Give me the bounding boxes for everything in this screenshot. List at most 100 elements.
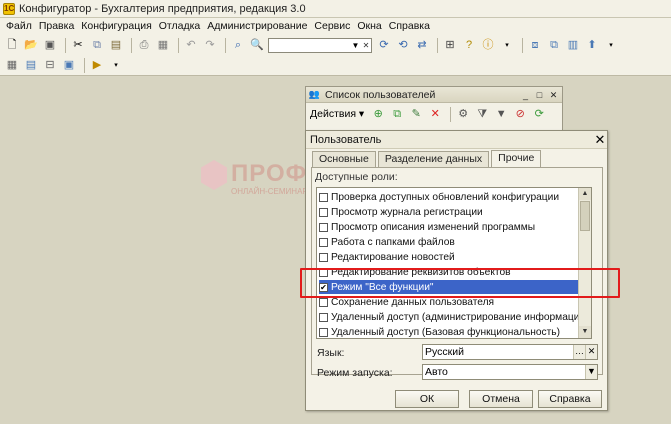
print-icon[interactable]: ⎙: [136, 37, 152, 53]
role-checkbox-checked[interactable]: ✔: [319, 282, 328, 292]
save-icon[interactable]: ▣: [42, 37, 58, 53]
menu-edit[interactable]: Правка: [39, 20, 74, 32]
scroll-down-icon[interactable]: ▼: [579, 326, 591, 338]
find-prev-icon[interactable]: ⟲: [395, 37, 411, 53]
chevron-down-icon[interactable]: ▾: [603, 37, 619, 53]
list-item[interactable]: Сохранение данных пользователя: [319, 295, 580, 309]
role-checkbox[interactable]: [319, 252, 328, 262]
filter-icon[interactable]: ⧩: [474, 106, 490, 122]
syntax-assistant-icon[interactable]: ⊞: [442, 37, 458, 53]
list-item[interactable]: Просмотр описания изменений программы: [319, 220, 580, 234]
update-icon[interactable]: ⬆: [584, 37, 600, 53]
help-icon[interactable]: ?: [461, 37, 477, 53]
help-button[interactable]: Справка: [538, 390, 602, 408]
list-item[interactable]: Редактирование новостей: [319, 250, 580, 264]
role-label: Работа с папками файлов: [331, 236, 455, 248]
undo-icon[interactable]: ↶: [183, 37, 199, 53]
new-document-icon[interactable]: 🗋: [4, 37, 20, 53]
launch-mode-select[interactable]: Авто ▼: [422, 364, 598, 380]
toolbar-separator: [178, 37, 179, 53]
clear-filter-icon[interactable]: ⊘: [512, 106, 528, 122]
ellipsis-icon[interactable]: …: [573, 345, 585, 359]
storage-icon[interactable]: ▥: [565, 37, 581, 53]
roles-scrollbar[interactable]: ▲ ▼: [578, 188, 591, 338]
copy-icon[interactable]: ⧉: [389, 106, 405, 122]
role-checkbox[interactable]: [319, 222, 328, 232]
close-icon[interactable]: ✕: [593, 132, 607, 147]
tab-other[interactable]: Прочие: [491, 150, 542, 167]
role-checkbox[interactable]: [319, 237, 328, 247]
cut-icon[interactable]: ✂: [70, 37, 86, 53]
list-item[interactable]: Удаленный доступ (Базовая функциональнос…: [319, 325, 580, 338]
chevron-down-icon[interactable]: ▾: [499, 37, 515, 53]
menu-help[interactable]: Справка: [389, 20, 430, 32]
role-checkbox[interactable]: [319, 267, 328, 277]
list-item[interactable]: Редактирование реквизитов объектов: [319, 265, 580, 279]
close-icon[interactable]: ✕: [548, 90, 559, 100]
scroll-thumb[interactable]: [580, 201, 590, 231]
language-field[interactable]: Русский … ✕: [422, 344, 598, 360]
settings-icon[interactable]: ⚙: [455, 106, 471, 122]
menu-file[interactable]: Файл: [6, 20, 32, 32]
list-item[interactable]: Удаленный доступ (администрирование инфо…: [319, 310, 591, 324]
menu-service[interactable]: Сервис: [314, 20, 350, 32]
list-item[interactable]: Просмотр журнала регистрации: [319, 205, 580, 219]
tab-data-separation[interactable]: Разделение данных: [377, 151, 490, 167]
merge-icon[interactable]: ⧉: [546, 37, 562, 53]
menu-windows[interactable]: Окна: [357, 20, 381, 32]
scroll-up-icon[interactable]: ▲: [579, 188, 591, 200]
ok-button[interactable]: ОК: [395, 390, 459, 408]
search-combo[interactable]: ▼ ✕: [268, 37, 372, 53]
role-checkbox[interactable]: [319, 327, 328, 337]
users-list-header: 👥 Список пользователей _ □ ✕: [306, 87, 562, 103]
language-label: Язык:: [317, 347, 345, 359]
language-value: Русский: [425, 346, 464, 358]
info-icon[interactable]: ⓘ: [480, 37, 496, 53]
maximize-icon[interactable]: □: [534, 90, 545, 100]
clear-icon[interactable]: ✕: [361, 41, 371, 50]
add-icon[interactable]: ⊕: [370, 106, 386, 122]
window-icon[interactable]: ▣: [61, 58, 77, 74]
chevron-down-icon[interactable]: ▼: [585, 365, 597, 379]
user-dialog-header: Пользователь ✕: [306, 131, 607, 149]
list-item-selected[interactable]: ✔ Режим "Все функции": [319, 280, 580, 294]
chevron-down-icon[interactable]: ▼: [350, 39, 361, 52]
filter-list-icon[interactable]: ▼: [493, 106, 509, 122]
find-in-tree-icon[interactable]: ⌕: [230, 37, 246, 53]
role-checkbox[interactable]: [319, 312, 328, 322]
delete-icon[interactable]: ✕: [427, 106, 443, 122]
menu-debug[interactable]: Отладка: [159, 20, 201, 32]
role-checkbox[interactable]: [319, 192, 328, 202]
actions-menu-button[interactable]: Действия ▾: [310, 108, 364, 120]
redo-icon[interactable]: ↷: [202, 37, 218, 53]
table-icon[interactable]: ⊟: [42, 58, 58, 74]
minimize-icon[interactable]: _: [520, 90, 531, 100]
clear-icon[interactable]: ✕: [585, 345, 597, 359]
cancel-button[interactable]: Отмена: [469, 390, 533, 408]
find-next-icon[interactable]: ⟳: [376, 37, 392, 53]
role-checkbox[interactable]: [319, 207, 328, 217]
role-checkbox[interactable]: [319, 297, 328, 307]
tab-main[interactable]: Основные: [312, 151, 376, 167]
print-preview-icon[interactable]: ▦: [155, 37, 171, 53]
calendar-icon[interactable]: ▤: [23, 58, 39, 74]
copy-icon[interactable]: ⧉: [89, 37, 105, 53]
roles-list[interactable]: Проверка доступных обновлений конфигурац…: [316, 187, 592, 339]
window-title: Конфигуратор - Бухгалтерия предприятия, …: [19, 2, 306, 15]
paste-icon[interactable]: ▤: [108, 37, 124, 53]
refresh-icon[interactable]: ⟳: [531, 106, 547, 122]
list-item[interactable]: Работа с папками файлов: [319, 235, 580, 249]
role-label: Просмотр описания изменений программы: [331, 221, 536, 233]
list-item[interactable]: Проверка доступных обновлений конфигурац…: [319, 190, 580, 204]
menu-administration[interactable]: Администрирование: [207, 20, 307, 32]
replace-icon[interactable]: ⇄: [414, 37, 430, 53]
chevron-down-icon[interactable]: ▾: [108, 58, 124, 74]
search-icon[interactable]: 🔍: [249, 37, 265, 53]
calculator-icon[interactable]: ▦: [4, 58, 20, 74]
edit-icon[interactable]: ✎: [408, 106, 424, 122]
open-folder-icon[interactable]: 📂: [23, 37, 39, 53]
play-icon[interactable]: ▶: [89, 58, 105, 74]
menu-configuration[interactable]: Конфигурация: [81, 20, 151, 32]
toolbar-separator: [450, 106, 452, 122]
compare-icon[interactable]: ⧈: [527, 37, 543, 53]
